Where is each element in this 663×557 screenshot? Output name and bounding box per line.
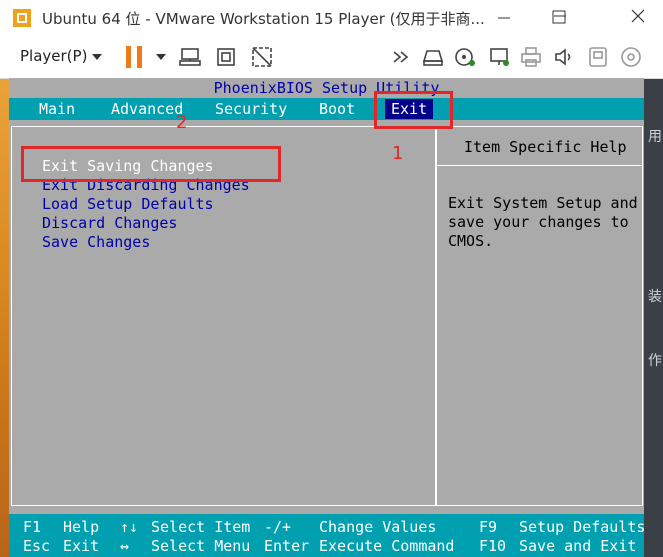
footer-desc: Change Values — [319, 518, 437, 536]
footer-key: -/+ — [264, 518, 292, 536]
bios-footer: F1 Help ↑↓ Select Item -/+ Change Values… — [9, 514, 646, 557]
bios-tab-security[interactable]: Security — [215, 99, 287, 119]
forward-icon[interactable] — [390, 45, 414, 69]
bios-option-save-changes[interactable]: Save Changes — [42, 233, 150, 251]
fit-icon[interactable] — [214, 45, 238, 69]
footer-desc: Setup Defaults — [519, 518, 646, 536]
window-title: Ubuntu 64 位 - VMware Workstation 15 Play… — [42, 10, 485, 28]
minimize-icon[interactable] — [497, 10, 511, 24]
footer-desc: Select Menu — [151, 537, 251, 555]
network-icon[interactable] — [487, 45, 511, 69]
bios-options-panel: Exit Saving Changes Exit Discarding Chan… — [11, 126, 436, 506]
help-text-line: save your changes to — [448, 213, 629, 231]
chevron-down-icon[interactable] — [156, 54, 166, 60]
hdd-icon[interactable] — [421, 45, 445, 69]
disc-icon[interactable] — [619, 45, 643, 69]
close-icon — [631, 9, 645, 23]
annotation-number: 1 — [392, 143, 404, 164]
close-button[interactable] — [626, 6, 650, 30]
help-header: Item Specific Help — [437, 127, 642, 166]
footer-key: F1 — [23, 518, 42, 536]
footer-key: ↔ — [120, 537, 130, 555]
footer-desc: Execute Command — [319, 537, 455, 555]
footer-desc: Exit — [63, 537, 100, 555]
footer-key: Esc — [23, 537, 51, 555]
player-toolbar: Player(P) — [0, 36, 663, 79]
annotation-number: 2 — [176, 112, 188, 133]
annotation-box-exit-saving — [21, 146, 281, 182]
annotation-box-exit-tab — [374, 91, 453, 129]
footer-desc: Select Item — [151, 518, 251, 536]
footer-desc: Help — [63, 518, 100, 536]
unity-icon[interactable] — [250, 45, 274, 69]
bios-option-load-defaults[interactable]: Load Setup Defaults — [42, 195, 214, 213]
footer-desc: Save and Exit — [519, 537, 637, 555]
vmware-logo-icon — [13, 9, 31, 27]
footer-key: Enter — [264, 537, 310, 555]
desktop-background-right — [644, 78, 663, 557]
sound-icon[interactable] — [552, 45, 576, 69]
chevron-down-icon[interactable] — [92, 54, 102, 60]
usb-icon[interactable] — [586, 45, 610, 69]
help-text-line: Exit System Setup and — [448, 194, 638, 212]
bios-menu-bar: Main Advanced Security Boot Exit — [9, 98, 644, 120]
help-title: Item Specific Help — [464, 138, 627, 156]
bios-option-discard-changes[interactable]: Discard Changes — [42, 214, 177, 232]
bios-tab-boot[interactable]: Boot — [319, 99, 355, 119]
background-text: 作 — [648, 353, 662, 369]
background-text: 装 — [648, 289, 662, 305]
bios-title: PhoenixBIOS Setup Utility — [9, 78, 644, 98]
send-keys-icon[interactable] — [178, 45, 202, 69]
cd-icon[interactable] — [453, 45, 477, 69]
maximize-icon[interactable] — [552, 10, 566, 24]
help-text-line: CMOS. — [448, 232, 494, 250]
bios-help-panel: Item Specific Help Exit System Setup and… — [436, 126, 643, 506]
player-menu-button[interactable]: Player(P) — [20, 47, 87, 65]
footer-key: F9 — [479, 518, 498, 536]
background-text: 用 — [648, 129, 662, 145]
footer-key: F10 — [479, 537, 507, 555]
footer-key: ↑↓ — [120, 518, 139, 536]
printer-icon[interactable] — [519, 45, 543, 69]
desktop-background-left — [0, 78, 9, 557]
bios-tab-main[interactable]: Main — [39, 99, 75, 119]
pause-icon[interactable] — [126, 46, 144, 68]
bios-tab-advanced[interactable]: Advanced — [111, 99, 183, 119]
